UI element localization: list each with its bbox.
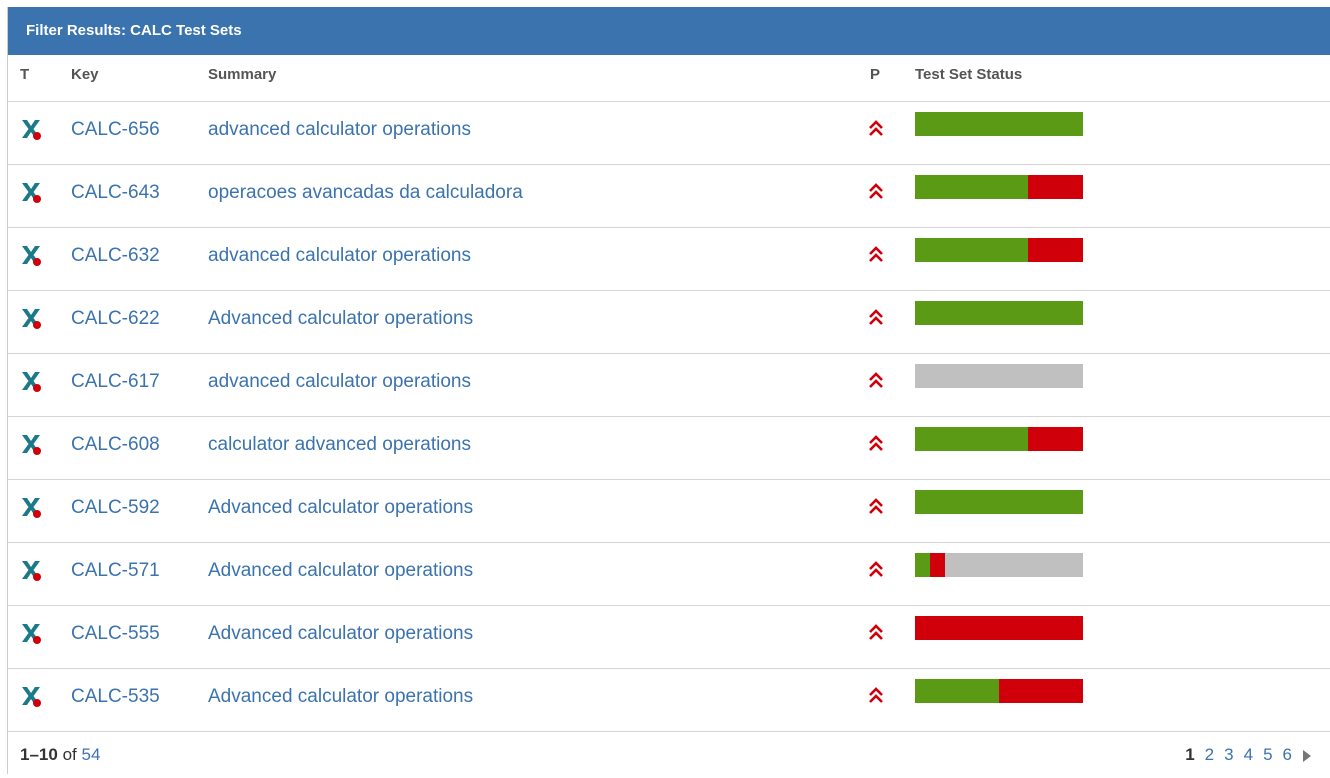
page-link-6[interactable]: 6 — [1283, 745, 1292, 765]
result-range: 1–10 — [20, 745, 58, 764]
highest-priority-icon — [868, 246, 884, 264]
status-todo-segment — [945, 553, 1083, 577]
status-fail-segment — [930, 553, 946, 577]
status-pass-segment — [915, 553, 931, 577]
next-page-icon[interactable] — [1302, 748, 1312, 762]
table-row: CALC-643 operacoes avancadas da calculad… — [8, 165, 1330, 228]
status-pass-segment — [915, 679, 999, 703]
status-pass-segment — [915, 112, 1083, 136]
status-todo-segment — [915, 364, 1083, 388]
highest-priority-icon — [868, 624, 884, 642]
status-fail-segment — [1027, 427, 1083, 451]
status-pass-segment — [915, 238, 1028, 262]
page-link-1[interactable]: 1 — [1185, 745, 1194, 765]
test-set-status-bar — [915, 616, 1083, 640]
highest-priority-icon — [868, 309, 884, 327]
test-set-icon — [20, 307, 42, 329]
status-fail-segment — [999, 679, 1083, 703]
status-fail-segment — [1027, 238, 1083, 262]
column-header-status: Test Set Status — [915, 66, 1023, 83]
result-total-link[interactable]: 54 — [81, 745, 100, 764]
issue-key-link[interactable]: CALC-571 — [71, 560, 160, 582]
test-set-icon — [20, 433, 42, 455]
table-row: CALC-617 advanced calculator operations — [8, 354, 1330, 417]
column-header-summary[interactable]: Summary — [208, 66, 276, 83]
table-row: CALC-571 Advanced calculator operations — [8, 543, 1330, 606]
table-row: CALC-656 advanced calculator operations — [8, 102, 1330, 165]
highest-priority-icon — [868, 435, 884, 453]
issue-summary-link[interactable]: Advanced calculator operations — [208, 497, 473, 519]
result-of-label: of — [62, 745, 77, 764]
page-link-3[interactable]: 3 — [1224, 745, 1233, 765]
issue-summary-link[interactable]: Advanced calculator operations — [208, 686, 473, 708]
issue-key-link[interactable]: CALC-643 — [71, 182, 160, 204]
issue-key-link[interactable]: CALC-592 — [71, 497, 160, 519]
result-count: 1–10 of 54 — [20, 745, 100, 765]
pagination: 123456 — [1175, 745, 1312, 765]
table-row: CALC-535 Advanced calculator operations — [8, 669, 1330, 732]
page-link-4[interactable]: 4 — [1244, 745, 1253, 765]
issue-key-link[interactable]: CALC-617 — [71, 371, 160, 393]
issue-key-link[interactable]: CALC-632 — [71, 245, 160, 267]
issue-key-link[interactable]: CALC-608 — [71, 434, 160, 456]
table-row: CALC-632 advanced calculator operations — [8, 228, 1330, 291]
status-fail-segment — [915, 616, 1083, 640]
issue-summary-link[interactable]: Advanced calculator operations — [208, 560, 473, 582]
issue-summary-link[interactable]: advanced calculator operations — [208, 371, 471, 393]
panel-title: Filter Results: CALC Test Sets — [8, 7, 1330, 55]
column-header-priority[interactable]: P — [870, 66, 880, 83]
status-fail-segment — [1027, 175, 1083, 199]
table-footer: 1–10 of 54 123456 — [8, 732, 1330, 778]
issue-summary-link[interactable]: Advanced calculator operations — [208, 623, 473, 645]
highest-priority-icon — [868, 183, 884, 201]
highest-priority-icon — [868, 120, 884, 138]
test-set-icon — [20, 370, 42, 392]
issue-summary-link[interactable]: calculator advanced operations — [208, 434, 471, 456]
issue-key-link[interactable]: CALC-656 — [71, 119, 160, 141]
test-set-icon — [20, 496, 42, 518]
status-pass-segment — [915, 427, 1028, 451]
test-set-status-bar — [915, 364, 1083, 388]
highest-priority-icon — [868, 498, 884, 516]
status-pass-segment — [915, 175, 1028, 199]
test-set-status-bar — [915, 301, 1083, 325]
test-set-status-bar — [915, 112, 1083, 136]
test-set-icon — [20, 181, 42, 203]
test-set-icon — [20, 622, 42, 644]
test-set-status-bar — [915, 238, 1083, 262]
column-header-key[interactable]: Key — [71, 66, 99, 83]
table-row: CALC-608 calculator advanced operations — [8, 417, 1330, 480]
status-pass-segment — [915, 490, 1083, 514]
test-set-status-bar — [915, 679, 1083, 703]
results-table-body: CALC-656 advanced calculator operations … — [8, 102, 1330, 732]
highest-priority-icon — [868, 372, 884, 390]
issue-summary-link[interactable]: operacoes avancadas da calculadora — [208, 182, 523, 204]
column-header-row: T Key Summary P Test Set Status — [8, 55, 1330, 102]
test-set-icon — [20, 118, 42, 140]
issue-summary-link[interactable]: Advanced calculator operations — [208, 308, 473, 330]
column-header-type[interactable]: T — [20, 66, 29, 83]
issue-key-link[interactable]: CALC-622 — [71, 308, 160, 330]
test-set-icon — [20, 559, 42, 581]
test-set-icon — [20, 685, 42, 707]
highest-priority-icon — [868, 561, 884, 579]
page-link-2[interactable]: 2 — [1205, 745, 1214, 765]
test-set-status-bar — [915, 490, 1083, 514]
table-row: CALC-555 Advanced calculator operations — [8, 606, 1330, 669]
filter-results-panel: Filter Results: CALC Test Sets T Key Sum… — [7, 7, 1330, 774]
status-pass-segment — [915, 301, 1083, 325]
issue-key-link[interactable]: CALC-555 — [71, 623, 160, 645]
table-row: CALC-592 Advanced calculator operations — [8, 480, 1330, 543]
highest-priority-icon — [868, 687, 884, 705]
issue-summary-link[interactable]: advanced calculator operations — [208, 119, 471, 141]
test-set-status-bar — [915, 553, 1083, 577]
page-link-5[interactable]: 5 — [1263, 745, 1272, 765]
test-set-icon — [20, 244, 42, 266]
test-set-status-bar — [915, 427, 1083, 451]
test-set-status-bar — [915, 175, 1083, 199]
table-row: CALC-622 Advanced calculator operations — [8, 291, 1330, 354]
issue-summary-link[interactable]: advanced calculator operations — [208, 245, 471, 267]
issue-key-link[interactable]: CALC-535 — [71, 686, 160, 708]
